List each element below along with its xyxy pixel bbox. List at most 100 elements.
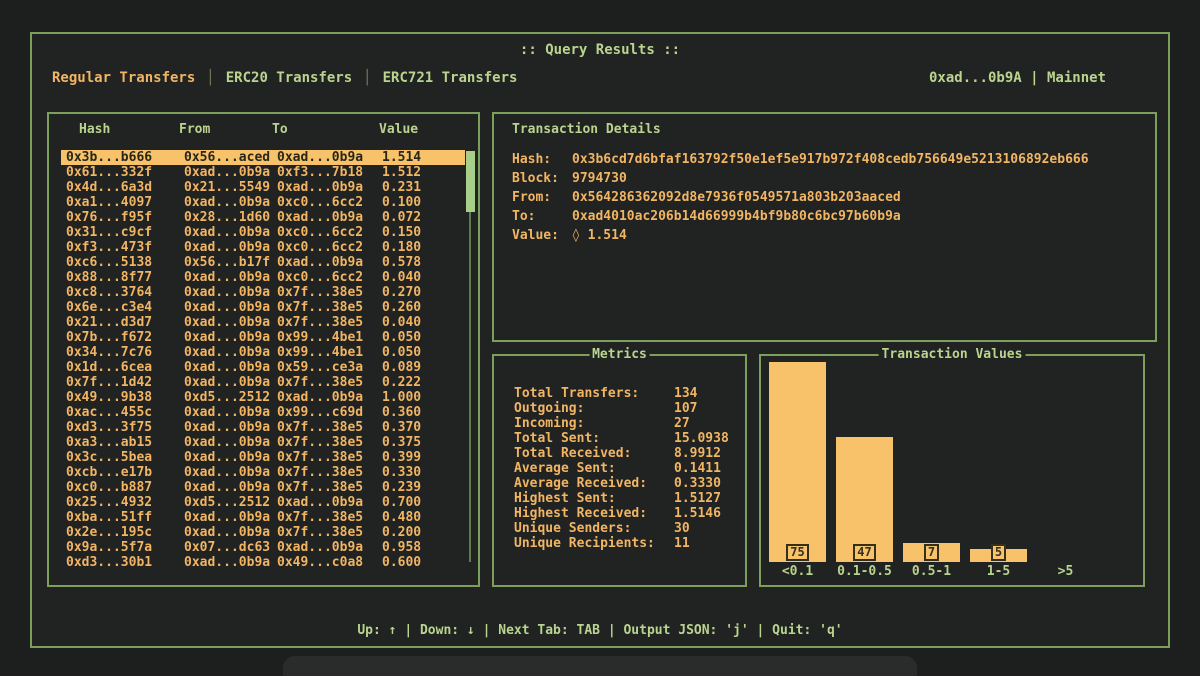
details-fields: Hash: 0x3b6cd7d6bfaf163792f50e1ef5e917b9…: [512, 150, 1089, 245]
cell-to: 0x49...c0a8: [277, 555, 382, 570]
table-row[interactable]: 0x21...d3d7 0xad...0b9a 0x7f...38e5 0.04…: [61, 315, 465, 330]
table-row[interactable]: 0x34...7c76 0xad...0b9a 0x99...4be1 0.05…: [61, 345, 465, 360]
table-row[interactable]: 0xa1...4097 0xad...0b9a 0xc0...6cc2 0.10…: [61, 195, 465, 210]
chart-panel-title: Transaction Values: [879, 347, 1026, 362]
table-row[interactable]: 0x61...332f 0xad...0b9a 0xf3...7b18 1.51…: [61, 165, 465, 180]
cell-from: 0xad...0b9a: [184, 270, 277, 285]
scrollbar-track[interactable]: [469, 151, 471, 562]
histogram-bar: 7: [903, 543, 960, 562]
bar-value-label: 5: [991, 544, 1006, 561]
cell-from: 0xd5...2512: [184, 390, 277, 405]
table-row[interactable]: 0x9a...5f7a 0x07...dc63 0xad...0b9a 0.95…: [61, 540, 465, 555]
metric-value: 11: [674, 536, 739, 551]
table-row[interactable]: 0x6e...c3e4 0xad...0b9a 0x7f...38e5 0.26…: [61, 300, 465, 315]
cell-value: 0.180: [382, 240, 465, 255]
detail-value: 0x3b6cd7d6bfaf163792f50e1ef5e917b972f408…: [572, 150, 1089, 169]
metric-row: Total Sent: 15.0938: [514, 431, 739, 446]
cell-value: 0.231: [382, 180, 465, 195]
cell-to: 0x7f...38e5: [277, 450, 382, 465]
detail-value: 0x564286362092d8e7936f0549571a803b203aac…: [572, 188, 1089, 207]
cell-hash: 0x61...332f: [66, 165, 184, 180]
transaction-details-panel: Transaction Details Hash: 0x3b6cd7d6bfaf…: [492, 112, 1157, 342]
metric-row: Average Sent: 0.1411: [514, 461, 739, 476]
cell-from: 0xad...0b9a: [184, 360, 277, 375]
tab-item[interactable]: │ ERC20 Transfers: [195, 70, 352, 86]
table-row[interactable]: 0x49...9b38 0xd5...2512 0xad...0b9a 1.00…: [61, 390, 465, 405]
details-panel-title: Transaction Details: [512, 122, 661, 137]
cell-from: 0xad...0b9a: [184, 525, 277, 540]
table-row[interactable]: 0x4d...6a3d 0x21...5549 0xad...0b9a 0.23…: [61, 180, 465, 195]
metric-label: Unique Recipients:: [514, 536, 674, 551]
cell-to: 0xc0...6cc2: [277, 225, 382, 240]
tab-item[interactable]: │ ERC721 Transfers: [352, 70, 517, 86]
table-row[interactable]: 0x25...4932 0xd5...2512 0xad...0b9a 0.70…: [61, 495, 465, 510]
cell-from: 0xad...0b9a: [184, 195, 277, 210]
bar-category-label: 0.1-0.5: [837, 564, 892, 579]
cell-value: 1.514: [382, 150, 465, 165]
table-row[interactable]: 0x31...c9cf 0xad...0b9a 0xc0...6cc2 0.15…: [61, 225, 465, 240]
transfers-table-panel: Hash From To Value 0x3b...b666 0x56...ac…: [47, 112, 480, 587]
table-row[interactable]: 0xd3...3f75 0xad...0b9a 0x7f...38e5 0.37…: [61, 420, 465, 435]
table-row[interactable]: 0x1d...6cea 0xad...0b9a 0x59...ce3a 0.08…: [61, 360, 465, 375]
cell-hash: 0xd3...3f75: [66, 420, 184, 435]
cell-from: 0xad...0b9a: [184, 225, 277, 240]
table-row[interactable]: 0xba...51ff 0xad...0b9a 0x7f...38e5 0.48…: [61, 510, 465, 525]
table-row[interactable]: 0x88...8f77 0xad...0b9a 0xc0...6cc2 0.04…: [61, 270, 465, 285]
cell-from: 0xad...0b9a: [184, 165, 277, 180]
metric-row: Total Transfers: 134: [514, 386, 739, 401]
cell-hash: 0xcb...e17b: [66, 465, 184, 480]
detail-label: Block:: [512, 169, 572, 188]
cell-value: 0.958: [382, 540, 465, 555]
tab-separator: │: [195, 70, 225, 86]
table-row[interactable]: 0xac...455c 0xad...0b9a 0x99...c69d 0.36…: [61, 405, 465, 420]
tab-label[interactable]: ERC721 Transfers: [383, 70, 518, 86]
table-row[interactable]: 0xd3...30b1 0xad...0b9a 0x49...c0a8 0.60…: [61, 555, 465, 570]
metric-label: Average Received:: [514, 476, 674, 491]
table-row[interactable]: 0x76...f95f 0x28...1d60 0xad...0b9a 0.07…: [61, 210, 465, 225]
histogram-bar-slot: 7 0.5-1: [903, 543, 960, 579]
detail-row: Block: 9794730: [512, 169, 1089, 188]
cell-to: 0xad...0b9a: [277, 210, 382, 225]
table-row[interactable]: 0xc0...b887 0xad...0b9a 0x7f...38e5 0.23…: [61, 480, 465, 495]
cell-value: 0.370: [382, 420, 465, 435]
cell-from: 0xad...0b9a: [184, 315, 277, 330]
tab-label[interactable]: ERC20 Transfers: [226, 70, 352, 86]
cell-hash: 0x7f...1d42: [66, 375, 184, 390]
table-header-row: Hash From To Value: [79, 122, 470, 137]
table-row[interactable]: 0x3b...b666 0x56...aced 0xad...0b9a 1.51…: [61, 150, 465, 165]
table-row[interactable]: 0xc8...3764 0xad...0b9a 0x7f...38e5 0.27…: [61, 285, 465, 300]
cell-from: 0xad...0b9a: [184, 240, 277, 255]
table-row[interactable]: 0xf3...473f 0xad...0b9a 0xc0...6cc2 0.18…: [61, 240, 465, 255]
cell-to: 0xc0...6cc2: [277, 195, 382, 210]
detail-row: To: 0xad4010ac206b14d66999b4bf9b80c6bc97…: [512, 207, 1089, 226]
cell-value: 0.578: [382, 255, 465, 270]
cell-hash: 0x6e...c3e4: [66, 300, 184, 315]
histogram-bar-slot: 75 <0.1: [769, 362, 826, 579]
metric-row: Incoming: 27: [514, 416, 739, 431]
cell-from: 0x28...1d60: [184, 210, 277, 225]
table-row[interactable]: 0x7b...f672 0xad...0b9a 0x99...4be1 0.05…: [61, 330, 465, 345]
table-row[interactable]: 0xc6...5138 0x56...b17f 0xad...0b9a 0.57…: [61, 255, 465, 270]
table-row[interactable]: 0x3c...5bea 0xad...0b9a 0x7f...38e5 0.39…: [61, 450, 465, 465]
cell-value: 0.260: [382, 300, 465, 315]
metric-label: Unique Senders:: [514, 521, 674, 536]
histogram-bar: 47: [836, 437, 893, 562]
cell-from: 0xad...0b9a: [184, 465, 277, 480]
metric-label: Outgoing:: [514, 401, 674, 416]
table-row[interactable]: 0xa3...ab15 0xad...0b9a 0x7f...38e5 0.37…: [61, 435, 465, 450]
table-row[interactable]: 0x7f...1d42 0xad...0b9a 0x7f...38e5 0.22…: [61, 375, 465, 390]
detail-value: 0xad4010ac206b14d66999b4bf9b80c6bc97b60b…: [572, 207, 1089, 226]
cell-to: 0xc0...6cc2: [277, 240, 382, 255]
tab-label[interactable]: Regular Transfers: [52, 70, 195, 86]
cell-value: 0.050: [382, 330, 465, 345]
cell-value: 0.239: [382, 480, 465, 495]
metric-row: Average Received: 0.3330: [514, 476, 739, 491]
metric-value: 8.9912: [674, 446, 739, 461]
table-row[interactable]: 0xcb...e17b 0xad...0b9a 0x7f...38e5 0.33…: [61, 465, 465, 480]
tab-item[interactable]: │ Regular Transfers: [52, 70, 195, 86]
cell-to: 0xad...0b9a: [277, 150, 382, 165]
scrollbar-thumb[interactable]: [466, 151, 475, 212]
table-row[interactable]: 0x2e...195c 0xad...0b9a 0x7f...38e5 0.20…: [61, 525, 465, 540]
detail-label: From:: [512, 188, 572, 207]
cell-hash: 0xa3...ab15: [66, 435, 184, 450]
